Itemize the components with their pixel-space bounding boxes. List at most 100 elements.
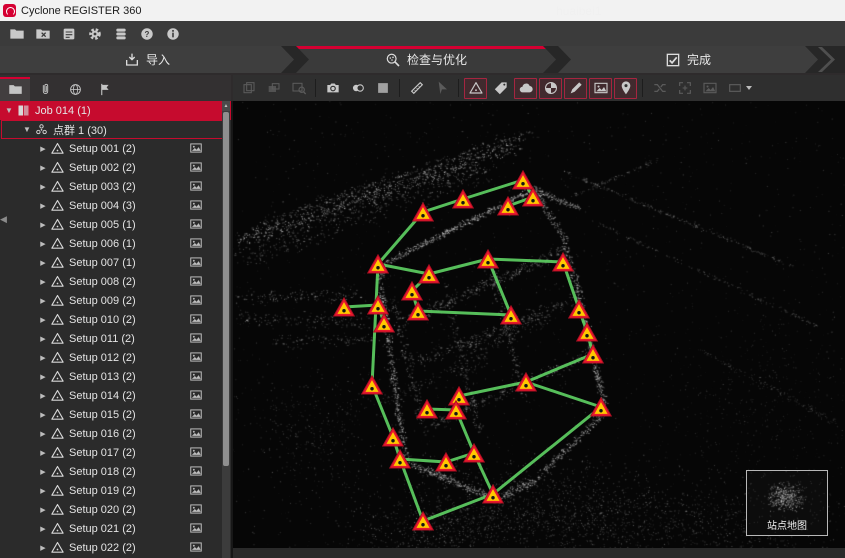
- tree-item-setup[interactable]: ▶Setup 008 (2): [0, 272, 231, 291]
- setup-image-icon[interactable]: [189, 198, 203, 212]
- tree-item-setup[interactable]: ▶Setup 019 (2): [0, 481, 231, 500]
- help-icon[interactable]: [138, 25, 155, 42]
- setup-image-icon[interactable]: [189, 540, 203, 554]
- close-project-icon[interactable]: [34, 25, 51, 42]
- tree-item-setup[interactable]: ▶Setup 002 (2): [0, 158, 231, 177]
- caret-right-icon[interactable]: ▶: [38, 544, 48, 552]
- settings-gear-icon[interactable]: [86, 25, 103, 42]
- tree-item-setup[interactable]: ▶Setup 021 (2): [0, 519, 231, 538]
- setup-image-icon[interactable]: [189, 426, 203, 440]
- setup-image-icon[interactable]: [189, 255, 203, 269]
- setup-marker[interactable]: [568, 299, 590, 319]
- tree-item-setup[interactable]: ▶Setup 011 (2): [0, 329, 231, 348]
- caret-right-icon[interactable]: ▶: [38, 354, 48, 362]
- setup-marker[interactable]: [416, 399, 438, 419]
- caret-right-icon[interactable]: ▶: [38, 202, 48, 210]
- caret-right-icon[interactable]: ▶: [38, 468, 48, 476]
- tree-item-setup[interactable]: ▶Setup 009 (2): [0, 291, 231, 310]
- setup-marker[interactable]: [373, 313, 395, 333]
- caret-right-icon[interactable]: ▶: [38, 145, 48, 153]
- caret-right-icon[interactable]: ▶: [38, 316, 48, 324]
- caret-right-icon[interactable]: ▶: [38, 487, 48, 495]
- setup-marker[interactable]: [389, 449, 411, 469]
- toggle-targets[interactable]: [539, 78, 562, 99]
- caret-down-icon[interactable]: ▼: [4, 106, 14, 115]
- caret-right-icon[interactable]: ▶: [38, 164, 48, 172]
- scroll-up-arrow[interactable]: ▲: [222, 101, 230, 111]
- tree-scrollbar[interactable]: ▲: [222, 101, 230, 558]
- about-info-icon[interactable]: [164, 25, 181, 42]
- tree-item-setup[interactable]: ▶Setup 012 (2): [0, 348, 231, 367]
- tree-item-setup[interactable]: ▶Setup 007 (1): [0, 253, 231, 272]
- setup-marker[interactable]: [477, 249, 499, 269]
- caret-right-icon[interactable]: ▶: [38, 240, 48, 248]
- point-visibility-button[interactable]: [346, 78, 369, 99]
- tree-item-setup[interactable]: ▶Setup 020 (2): [0, 500, 231, 519]
- workflow-step-review-optimize[interactable]: 检查与优化: [296, 46, 556, 73]
- tree-item-setup[interactable]: ▶Setup 006 (1): [0, 234, 231, 253]
- setup-image-icon[interactable]: [189, 407, 203, 421]
- caret-right-icon[interactable]: ▶: [38, 525, 48, 533]
- tab-links[interactable]: [30, 77, 60, 101]
- setup-image-icon[interactable]: [189, 293, 203, 307]
- tree-item-setup[interactable]: ▶Setup 022 (2): [0, 538, 231, 557]
- setup-image-icon[interactable]: [189, 445, 203, 459]
- tree-item-cluster[interactable]: ▼ 点群 1 (30): [1, 120, 223, 139]
- setup-image-icon[interactable]: [189, 312, 203, 326]
- setup-marker[interactable]: [367, 254, 389, 274]
- setup-marker[interactable]: [361, 375, 383, 395]
- open-project-folder-icon[interactable]: [8, 25, 25, 42]
- tree-item-setup[interactable]: ▶Setup 010 (2): [0, 310, 231, 329]
- setup-marker[interactable]: [582, 344, 604, 364]
- setup-marker[interactable]: [482, 484, 504, 504]
- tree-item-setup[interactable]: ▶Setup 013 (2): [0, 367, 231, 386]
- setup-image-icon[interactable]: [189, 217, 203, 231]
- setup-image-icon[interactable]: [189, 502, 203, 516]
- tree-item-setup[interactable]: ▶Setup 014 (2): [0, 386, 231, 405]
- caret-right-icon[interactable]: ▶: [38, 392, 48, 400]
- setup-marker[interactable]: [401, 281, 423, 301]
- setup-image-icon[interactable]: [189, 350, 203, 364]
- workflow-step-import[interactable]: 导入: [0, 46, 294, 73]
- setup-image-icon[interactable]: [189, 388, 203, 402]
- caret-right-icon[interactable]: ▶: [38, 259, 48, 267]
- tree-item-job[interactable]: ▼ Job 014 (1): [0, 101, 231, 120]
- tab-flags[interactable]: [90, 77, 120, 101]
- toggle-point-cloud[interactable]: [514, 78, 537, 99]
- setup-marker[interactable]: [590, 397, 612, 417]
- tree-item-setup[interactable]: ▶Setup 018 (2): [0, 462, 231, 481]
- tree-item-setup[interactable]: ▶Setup 004 (3): [0, 196, 231, 215]
- tree-item-setup[interactable]: ▶Setup 003 (2): [0, 177, 231, 196]
- setup-image-icon[interactable]: [189, 521, 203, 535]
- setup-marker[interactable]: [463, 443, 485, 463]
- setup-marker[interactable]: [407, 301, 429, 321]
- tree-item-setup[interactable]: ▶Setup 001 (2): [0, 139, 231, 158]
- tab-project-explorer[interactable]: [0, 77, 30, 101]
- setup-marker[interactable]: [452, 189, 474, 209]
- scrollbar-thumb[interactable]: [223, 112, 229, 466]
- setup-marker[interactable]: [445, 400, 467, 420]
- setup-image-icon[interactable]: [189, 236, 203, 250]
- caret-right-icon[interactable]: ▶: [38, 449, 48, 457]
- setup-marker[interactable]: [412, 511, 434, 531]
- setup-marker[interactable]: [435, 452, 457, 472]
- caret-right-icon[interactable]: ▶: [38, 506, 48, 514]
- caret-right-icon[interactable]: ▶: [38, 183, 48, 191]
- screenshot-camera-button[interactable]: [321, 78, 344, 99]
- toggle-images-visibility[interactable]: [589, 78, 612, 99]
- tree-item-setup[interactable]: ▶Setup 016 (2): [0, 424, 231, 443]
- publish-report-icon[interactable]: [60, 25, 77, 42]
- setup-image-icon[interactable]: [189, 369, 203, 383]
- storage-database-icon[interactable]: [112, 25, 129, 42]
- caret-right-icon[interactable]: ▶: [38, 430, 48, 438]
- setup-image-icon[interactable]: [189, 179, 203, 193]
- setup-marker[interactable]: [500, 305, 522, 325]
- caret-right-icon[interactable]: ▶: [38, 297, 48, 305]
- setup-image-icon[interactable]: [189, 274, 203, 288]
- caret-down-icon[interactable]: ▼: [22, 125, 32, 134]
- caret-right-icon[interactable]: ▶: [38, 411, 48, 419]
- toggle-setups-visibility[interactable]: [464, 78, 487, 99]
- selection-square-button[interactable]: [371, 78, 394, 99]
- setup-marker[interactable]: [367, 295, 389, 315]
- point-cloud-viewport[interactable]: 站点地图: [233, 101, 845, 558]
